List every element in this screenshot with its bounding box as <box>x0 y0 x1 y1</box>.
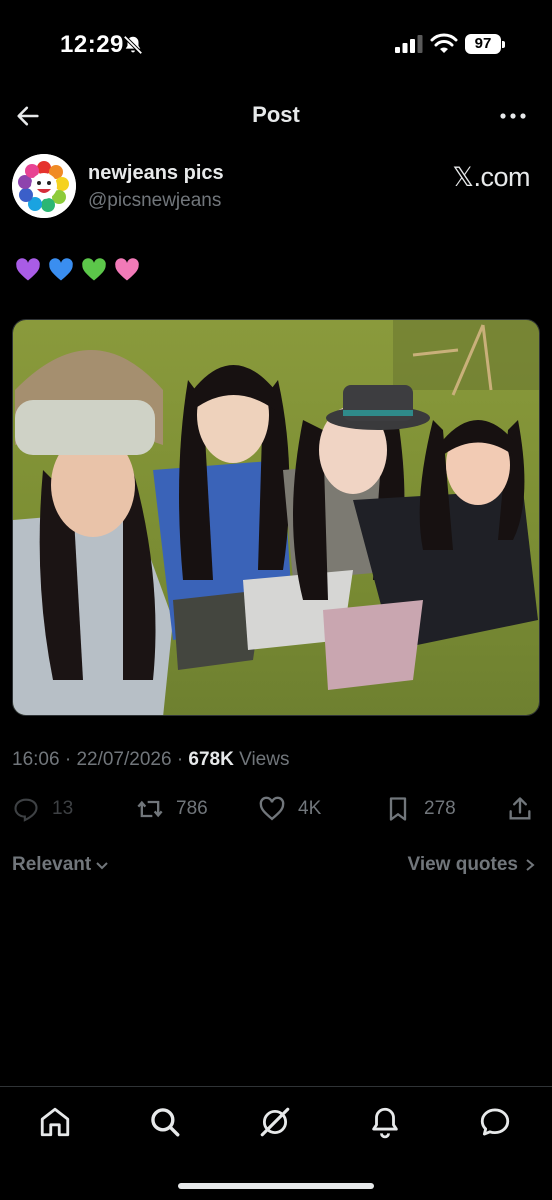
pink-heart-icon <box>115 258 139 281</box>
group-photo <box>13 320 539 715</box>
post-time: 16:06 <box>12 749 60 770</box>
source-label: 𝕏.com <box>452 162 530 192</box>
share-icon <box>509 797 531 820</box>
cellular-signal-icon <box>395 35 423 53</box>
more-horizontal-icon[interactable] <box>498 102 528 130</box>
reply-count: 13 <box>52 798 74 819</box>
tweet-text <box>14 256 141 288</box>
bell-slash-icon <box>123 35 143 55</box>
bottom-nav <box>0 1086 552 1200</box>
bookmark-count: 278 <box>424 798 456 819</box>
meta-separator: · <box>176 749 184 770</box>
green-heart-icon <box>82 258 106 281</box>
flower-logo-icon <box>12 154 76 218</box>
like-count: 4K <box>298 798 322 819</box>
meta-separator: · <box>64 749 72 770</box>
view-quotes-link[interactable]: View quotes <box>407 854 536 876</box>
repost-button[interactable]: 786 <box>136 794 208 824</box>
post-date: 22/07/2026 <box>76 749 172 770</box>
sort-label: Relevant <box>12 854 92 875</box>
notifications-bell-icon[interactable] <box>368 1105 402 1139</box>
heart-icon <box>259 796 285 821</box>
chevron-down-icon <box>96 862 108 870</box>
reply-icon <box>14 798 38 822</box>
author-handle[interactable]: @picsnewjeans <box>88 190 221 212</box>
views-label: Views <box>239 749 290 770</box>
like-button[interactable]: 4K <box>258 794 321 824</box>
status-bar: 12:29 97 <box>0 0 552 90</box>
author-row: newjeans pics @picsnewjeans 𝕏.com <box>12 154 542 220</box>
view-quotes-label: View quotes <box>407 854 518 875</box>
battery-level: 97 <box>465 34 501 54</box>
post-screen: 12:29 97 Post newjeans pics @picsnewjean… <box>0 0 552 1200</box>
repost-icon <box>137 800 163 818</box>
blue-heart-icon <box>49 258 73 281</box>
replies-filter-row: Relevant View quotes <box>0 852 552 882</box>
home-indicator <box>178 1183 374 1189</box>
bookmark-button[interactable]: 278 <box>384 794 456 824</box>
page-title: Post <box>252 102 300 127</box>
purple-heart-icon <box>16 258 40 281</box>
bookmark-icon <box>389 797 407 821</box>
battery-nub <box>502 41 505 48</box>
battery-icon: 97 <box>465 34 505 54</box>
status-time: 12:29 <box>60 31 124 58</box>
search-icon[interactable] <box>148 1105 182 1139</box>
grok-icon[interactable] <box>258 1105 292 1139</box>
messages-icon[interactable] <box>478 1105 512 1139</box>
chevron-right-icon <box>526 859 535 871</box>
wifi-icon <box>430 33 458 53</box>
reply-button[interactable]: 13 <box>12 794 73 824</box>
post-header: Post <box>0 92 552 140</box>
action-bar: 13 786 4K 278 <box>0 788 552 830</box>
home-icon[interactable] <box>38 1105 72 1139</box>
repost-count: 786 <box>176 798 208 819</box>
views-count[interactable]: 678K <box>188 749 233 770</box>
post-meta: 16:06 · 22/07/2026 · 678K Views <box>12 749 289 771</box>
post-photo[interactable] <box>12 319 540 716</box>
author-display-name[interactable]: newjeans pics <box>88 162 224 185</box>
avatar[interactable] <box>12 154 76 218</box>
share-button[interactable] <box>506 794 534 824</box>
sort-dropdown[interactable]: Relevant <box>12 854 109 876</box>
